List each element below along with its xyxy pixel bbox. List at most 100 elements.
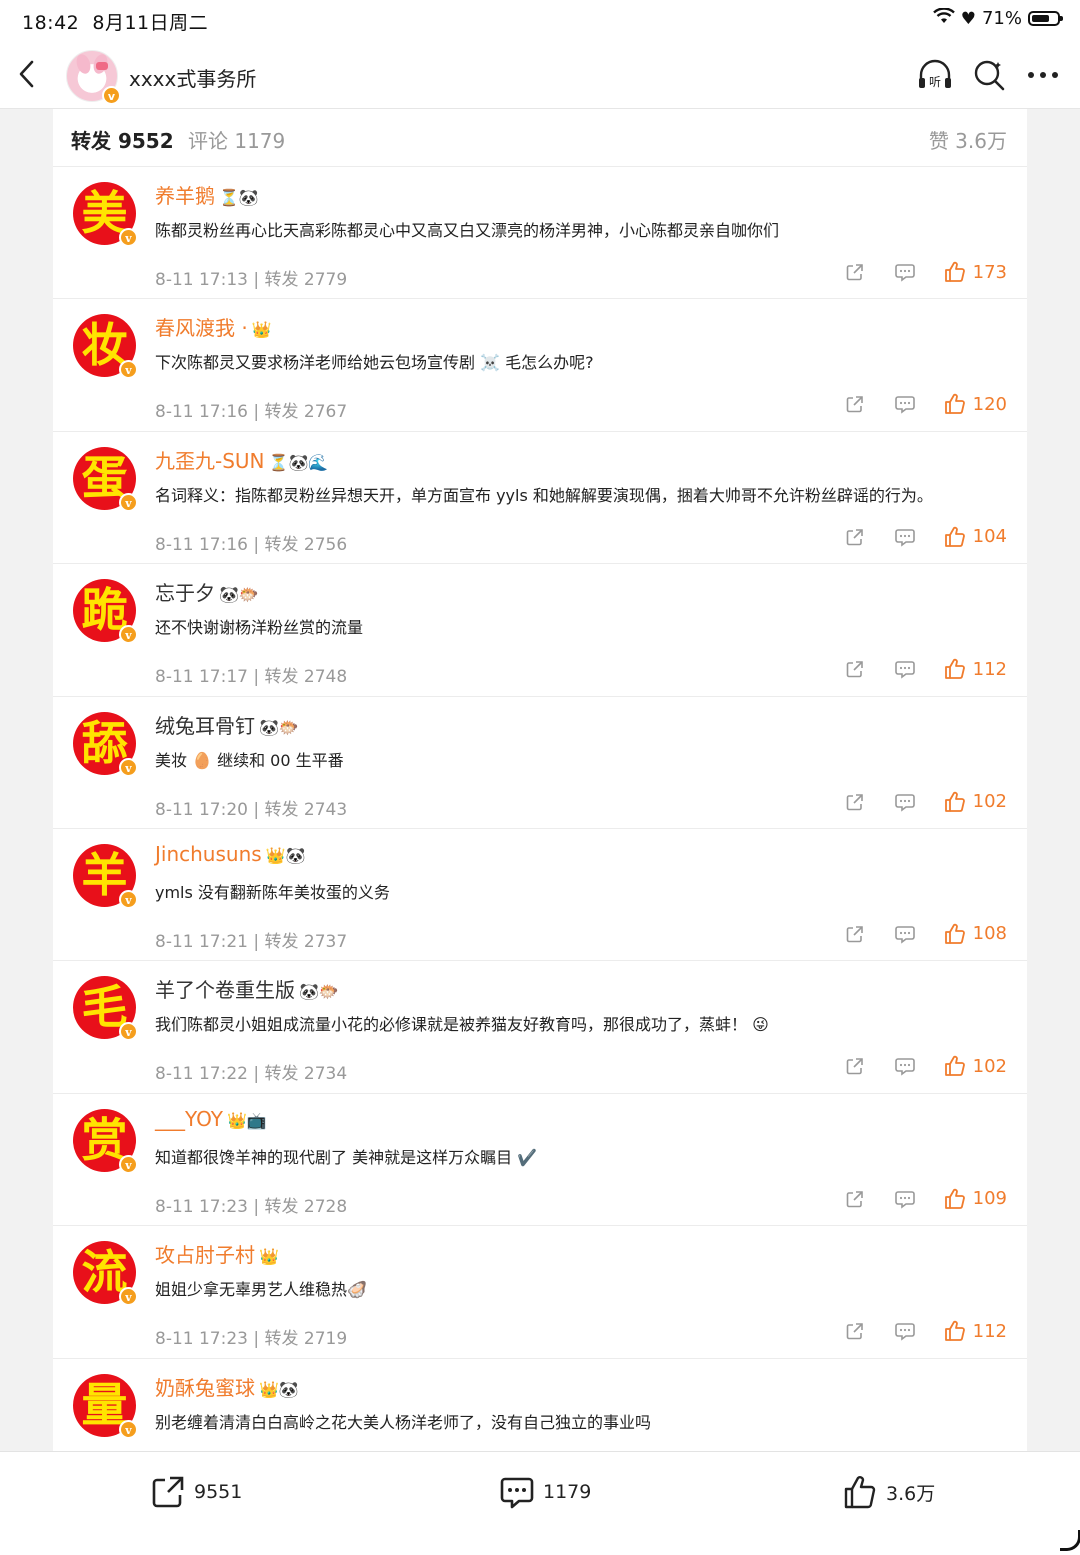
battery-percent: 71% — [981, 8, 1022, 29]
tab-likes[interactable]: 赞 3.6万 — [929, 125, 1007, 154]
comment-icon[interactable] — [893, 1187, 917, 1211]
comment-icon[interactable] — [893, 922, 917, 946]
share-icon[interactable] — [843, 922, 867, 946]
verified-badge-icon: v — [119, 757, 138, 777]
comment-icon[interactable] — [893, 1319, 917, 1343]
like-button[interactable]: 102 — [943, 790, 1007, 814]
repost-row[interactable]: 量 v 奶酥兔蜜球 👑🐼 别老缠着清清白白高岭之花大美人杨洋老师了，没有自己独立的事业吗 — [53, 1359, 1027, 1451]
nav-actions: 听 — [916, 56, 1062, 94]
user-avatar[interactable]: 跪v — [73, 579, 138, 645]
more-button[interactable] — [1024, 56, 1062, 94]
username-text: 奶酥兔蜜球 — [155, 1375, 255, 1400]
user-avatar[interactable]: 妆v — [73, 314, 138, 380]
username[interactable]: 攻占肘子村 👑 — [155, 1239, 279, 1268]
back-button[interactable] — [10, 54, 46, 94]
repost-row[interactable]: 跪 v 忘于夕 🐼🐡 还不快谢谢杨洋粉丝赏的流量 8-11 17:17 | 转发 2748… — [53, 564, 1027, 697]
user-badges-icon: 👑 — [259, 1247, 279, 1267]
repost-row[interactable]: 毛 v 羊了个卷重生版 🐼🐡 我们陈都灵小姐姐成流量小花的必修课就是被养猫友好教育吗，那… — [53, 961, 1027, 1094]
repost-row[interactable]: 舔 v 绒兔耳骨钉 🐼🐡 美妆 🥚 继续和 00 生平番 8-11 17:20 | 转发 … — [53, 697, 1027, 829]
repost-meta: 8-11 17:22 | 转发 2734 — [155, 1064, 348, 1085]
share-icon[interactable] — [843, 1054, 867, 1078]
tab-repost[interactable]: 转发 9552 — [71, 125, 174, 154]
user-avatar[interactable]: 毛v — [73, 976, 138, 1042]
username[interactable]: 忘于夕 🐼🐡 — [155, 577, 259, 606]
repost-text: 美妆 🥚 继续和 00 生平番 — [155, 750, 344, 770]
comment-icon[interactable] — [893, 657, 917, 681]
user-avatar[interactable]: 舔v — [73, 711, 138, 777]
repost-row[interactable]: 蛋 v 九歪九-SUN ⏳🐼🌊 名词释义：指陈都灵粉丝异想天开，单方面宣布 yyls 和… — [53, 432, 1027, 565]
comment-icon[interactable] — [893, 260, 917, 284]
username-text: 绒兔耳骨钉 — [155, 713, 255, 738]
username[interactable]: 奶酥兔蜜球 👑🐼 — [155, 1372, 299, 1401]
like-button[interactable]: 108 — [943, 922, 1007, 946]
user-badges-icon: 👑🐼 — [259, 1379, 299, 1399]
user-avatar[interactable]: 流v — [73, 1241, 138, 1307]
repost-meta: 8-11 17:16 | 转发 2756 — [155, 534, 348, 555]
like-button[interactable]: 3.6万 — [842, 1474, 935, 1510]
user-avatar[interactable]: 美v — [73, 182, 138, 247]
svg-text:听: 听 — [929, 75, 941, 89]
user-avatar[interactable]: 羊v — [73, 843, 138, 909]
username[interactable]: 九歪九-SUN ⏳🐼🌊 — [155, 445, 328, 474]
repost-row[interactable]: 羊 v Jinchusuns 👑🐼 ymls 没有翻新陈年美妆蛋的义务 8-11 17:2… — [53, 829, 1027, 962]
listen-button[interactable]: 听 — [916, 56, 954, 94]
share-icon[interactable] — [843, 525, 867, 549]
user-badges-icon: 👑🐼 — [265, 845, 306, 865]
repost-row[interactable]: 赏 v ___YOY 👑📺 知道都很馋羊神的现代剧了 美神就是这样万众瞩目 ✔️ 8-11… — [53, 1094, 1027, 1227]
like-button[interactable]: 120 — [943, 392, 1007, 416]
user-avatar[interactable]: 蛋v — [73, 446, 138, 512]
comment-icon[interactable] — [893, 525, 917, 549]
share-icon[interactable] — [843, 790, 867, 814]
repost-row[interactable]: 美 v 养羊鹅 ⏳🐼 陈都灵粉丝再心比天高彩陈都灵心中又高又白又漂亮的杨洋男神，小心陈都… — [53, 167, 1027, 300]
username[interactable]: 绒兔耳骨钉 🐼🐡 — [155, 710, 299, 739]
wifi-icon — [932, 7, 955, 29]
like-button[interactable]: 104 — [943, 525, 1007, 549]
repost-row[interactable]: 流 v 攻占肘子村 👑 姐姐少拿无辜男艺人维稳热🦪 8-11 17:23 | 转发 271… — [53, 1226, 1027, 1359]
account-name[interactable]: xxxx式事务所 — [129, 63, 256, 92]
like-button[interactable]: 112 — [943, 657, 1007, 681]
like-count: 102 — [972, 791, 1007, 813]
share-icon[interactable] — [843, 1187, 867, 1211]
username[interactable]: Jinchusuns 👑🐼 — [155, 842, 306, 866]
username-text: 养羊鹅 — [155, 184, 215, 208]
username[interactable]: 春风渡我 · 👑 — [155, 312, 272, 341]
status-time: 18:42 — [22, 12, 80, 34]
repost-meta: 8-11 17:23 | 转发 2728 — [155, 1196, 348, 1217]
row-actions: 104 — [843, 525, 1007, 549]
user-avatar[interactable]: 赏v — [73, 1108, 138, 1174]
comment-button[interactable]: 1179 — [499, 1474, 591, 1510]
comment-icon[interactable] — [893, 392, 917, 416]
user-badges-icon: 👑 — [251, 320, 272, 340]
share-icon[interactable] — [843, 260, 867, 284]
username[interactable]: 养羊鹅 ⏳🐼 — [155, 180, 259, 209]
like-count: 109 — [972, 1188, 1007, 1210]
username[interactable]: ___YOY 👑📺 — [155, 1107, 267, 1131]
like-button[interactable]: 173 — [943, 260, 1007, 284]
repost-row[interactable]: 妆 v 春风渡我 · 👑 下次陈都灵又要求杨洋老师给她云包场宣传剧 ☠️ 毛怎么办呢? 8… — [53, 299, 1027, 432]
repost-text: 还不快谢谢杨洋粉丝赏的流量 — [155, 618, 364, 638]
share-icon[interactable] — [843, 1319, 867, 1343]
comment-icon[interactable] — [893, 1054, 917, 1078]
like-button[interactable]: 102 — [943, 1054, 1007, 1078]
username[interactable]: 羊了个卷重生版 🐼🐡 — [155, 974, 339, 1003]
repost-meta: 8-11 17:16 | 转发 2767 — [155, 402, 348, 423]
repost-button[interactable]: 9551 — [150, 1474, 242, 1510]
comment-icon — [500, 1477, 534, 1509]
search-button[interactable] — [970, 56, 1008, 94]
username-text: 春风渡我 · — [155, 316, 248, 341]
thumbs-up-icon — [943, 790, 967, 814]
share-icon[interactable] — [843, 657, 867, 681]
like-button[interactable]: 109 — [943, 1187, 1007, 1211]
row-actions: 173 — [843, 260, 1007, 284]
share-icon[interactable] — [843, 392, 867, 416]
row-actions: 112 — [843, 1319, 1007, 1343]
account-avatar[interactable]: v — [66, 50, 121, 105]
user-badges-icon: ⏳🐼 — [219, 188, 259, 207]
tab-comments[interactable]: 评论 1179 — [188, 125, 285, 154]
repost-text: 下次陈都灵又要求杨洋老师给她云包场宣传剧 ☠️ 毛怎么办呢? — [155, 353, 594, 373]
comment-icon[interactable] — [893, 790, 917, 814]
repost-meta: 8-11 17:13 | 转发 2779 — [155, 270, 348, 290]
user-avatar[interactable]: 量v — [73, 1373, 138, 1439]
repost-text: 知道都很馋羊神的现代剧了 美神就是这样万众瞩目 ✔️ — [155, 1147, 538, 1167]
like-button[interactable]: 112 — [943, 1319, 1007, 1343]
